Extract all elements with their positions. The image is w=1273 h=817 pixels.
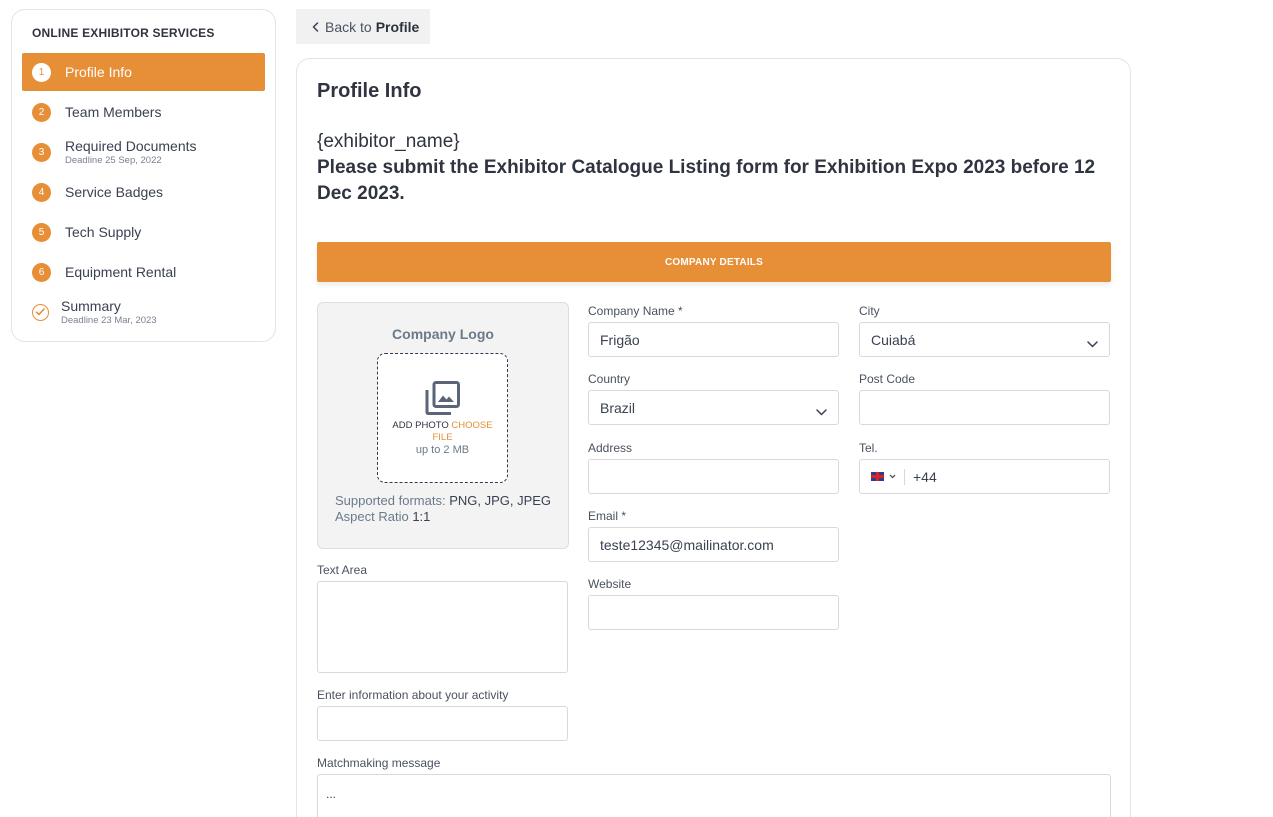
- chevron-left-icon: [312, 19, 319, 35]
- email-input[interactable]: teste12345@mailinator.com: [588, 527, 839, 562]
- city-value: Cuiabá: [871, 331, 916, 348]
- chevron-down-icon: [889, 474, 896, 479]
- section-header-company-details: COMPANY DETAILS: [317, 242, 1111, 282]
- tel-input[interactable]: +44: [859, 459, 1110, 494]
- exhibitor-name: {exhibitor_name}: [317, 131, 460, 152]
- page-title: Profile Info: [317, 80, 422, 102]
- logo-upload-dropzone[interactable]: ADD PHOTO CHOOSE FILE up to 2 MB: [377, 353, 508, 483]
- profile-info-card: Profile Info {exhibitor_name} Please sub…: [296, 58, 1131, 817]
- country-label: Country: [588, 372, 631, 386]
- uk-flag-icon: [871, 472, 884, 481]
- ratio-label: Aspect Ratio: [335, 509, 409, 524]
- ratio-value: 1:1: [412, 509, 431, 524]
- back-prefix: Back to: [325, 18, 372, 35]
- sidebar-item-equipment-rental[interactable]: 6 Equipment Rental: [22, 253, 265, 291]
- email-label: Email *: [588, 509, 627, 523]
- company-logo-panel: Company Logo ADD PHOTO CHOOSE FILE up to…: [317, 302, 569, 549]
- logo-requirements: Supported formats: PNG, JPG, JPEG Aspect…: [335, 493, 551, 525]
- company-name-value: Frigão: [600, 331, 640, 348]
- step-number: 1: [32, 62, 51, 82]
- sidebar-nav: ONLINE EXHIBITOR SERVICES 1 Profile Info…: [11, 9, 276, 342]
- check-circle-icon: [32, 303, 49, 321]
- sidebar-title: ONLINE EXHIBITOR SERVICES: [32, 26, 215, 40]
- sidebar-item-label: Service Badges: [65, 184, 164, 200]
- city-label: City: [859, 304, 880, 318]
- sidebar-item-label: Summary: [61, 298, 121, 314]
- company-logo-title: Company Logo: [392, 326, 494, 342]
- website-input[interactable]: [588, 595, 839, 630]
- sidebar-item-label: Equipment Rental: [65, 264, 177, 280]
- sidebar-item-label: Team Members: [65, 104, 162, 120]
- city-select[interactable]: Cuiabá: [859, 322, 1110, 357]
- country-value: Brazil: [600, 399, 636, 416]
- address-input[interactable]: [588, 459, 839, 494]
- country-select[interactable]: Brazil: [588, 390, 839, 425]
- company-name-label: Company Name *: [588, 304, 683, 318]
- company-name-input[interactable]: Frigão: [588, 322, 839, 357]
- sidebar-item-deadline: Deadline 23 Mar, 2023: [61, 315, 157, 326]
- chevron-down-icon: [1087, 335, 1098, 351]
- sidebar-item-label: Profile Info: [65, 64, 132, 80]
- sidebar-item-label: Required Documents: [65, 138, 197, 154]
- matchmaking-label: Matchmaking message: [317, 756, 441, 770]
- step-number: 3: [32, 142, 51, 162]
- step-number: 2: [32, 102, 51, 122]
- post-code-input[interactable]: [859, 390, 1110, 425]
- website-label: Website: [588, 577, 632, 591]
- country-code-dropdown[interactable]: [871, 468, 905, 485]
- text-area-label: Text Area: [317, 563, 368, 577]
- step-number: 4: [32, 182, 51, 202]
- matchmaking-input[interactable]: ...: [317, 774, 1111, 817]
- back-target: Profile: [375, 18, 420, 35]
- step-number: 5: [32, 222, 51, 242]
- add-photo-text: ADD PHOTO CHOOSE FILE: [384, 420, 501, 444]
- tel-value: +44: [913, 468, 937, 485]
- add-photo-label: ADD PHOTO: [392, 420, 449, 431]
- sidebar-item-label: Tech Supply: [65, 224, 142, 240]
- sidebar-item-tech-supply[interactable]: 5 Tech Supply: [22, 213, 265, 251]
- submission-notice: Please submit the Exhibitor Catalogue Li…: [317, 157, 1096, 204]
- back-to-profile-button[interactable]: Back to Profile: [296, 9, 430, 44]
- chevron-down-icon: [816, 403, 827, 419]
- matchmaking-value: ...: [326, 787, 337, 801]
- sidebar-item-deadline: Deadline 25 Sep, 2022: [65, 155, 162, 166]
- file-size-limit: up to 2 MB: [415, 444, 470, 456]
- activity-input[interactable]: [317, 706, 568, 741]
- sidebar-item-service-badges[interactable]: 4 Service Badges: [22, 173, 265, 211]
- text-area-input[interactable]: [317, 581, 568, 673]
- formats-value: PNG, JPG, JPEG: [449, 493, 552, 508]
- image-gallery-icon: [425, 381, 461, 420]
- sidebar-item-summary[interactable]: Summary Deadline 23 Mar, 2023: [22, 293, 265, 331]
- sidebar-item-profile-info[interactable]: 1 Profile Info: [22, 53, 265, 91]
- address-label: Address: [588, 441, 633, 455]
- formats-label: Supported formats:: [335, 493, 446, 508]
- tel-label: Tel.: [859, 441, 878, 455]
- step-number: 6: [32, 262, 51, 282]
- post-code-label: Post Code: [859, 372, 916, 386]
- activity-label: Enter information about your activity: [317, 688, 509, 702]
- sidebar-item-team-members[interactable]: 2 Team Members: [22, 93, 265, 131]
- email-value: teste12345@mailinator.com: [600, 536, 774, 553]
- sidebar-item-required-documents[interactable]: 3 Required Documents Deadline 25 Sep, 20…: [22, 133, 265, 171]
